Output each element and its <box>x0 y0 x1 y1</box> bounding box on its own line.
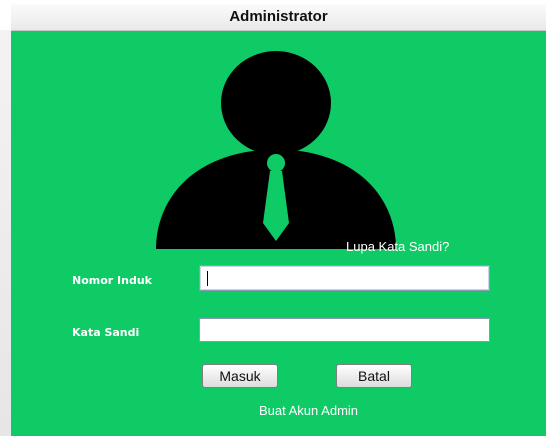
user-admin-silhouette-icon <box>156 51 396 249</box>
avatar-head <box>221 51 331 155</box>
admin-login-window: Administrator Lupa Kata Sandi? Nomor Ind… <box>0 0 550 441</box>
password-input[interactable] <box>199 318 490 342</box>
id-number-input[interactable] <box>199 265 490 291</box>
create-admin-account-link[interactable]: Buat Akun Admin <box>259 403 358 418</box>
login-button[interactable]: Masuk <box>202 364 278 388</box>
forgot-password-link[interactable]: Lupa Kata Sandi? <box>346 239 449 254</box>
text-caret <box>207 271 208 286</box>
id-number-label: Nomor Induk <box>72 274 152 287</box>
login-panel: Lupa Kata Sandi? Nomor Induk Kata Sandi … <box>11 31 546 436</box>
tie-knot <box>267 154 285 172</box>
password-label: Kata Sandi <box>72 326 140 339</box>
cancel-button[interactable]: Batal <box>336 364 412 388</box>
window-title: Administrator <box>11 4 546 31</box>
